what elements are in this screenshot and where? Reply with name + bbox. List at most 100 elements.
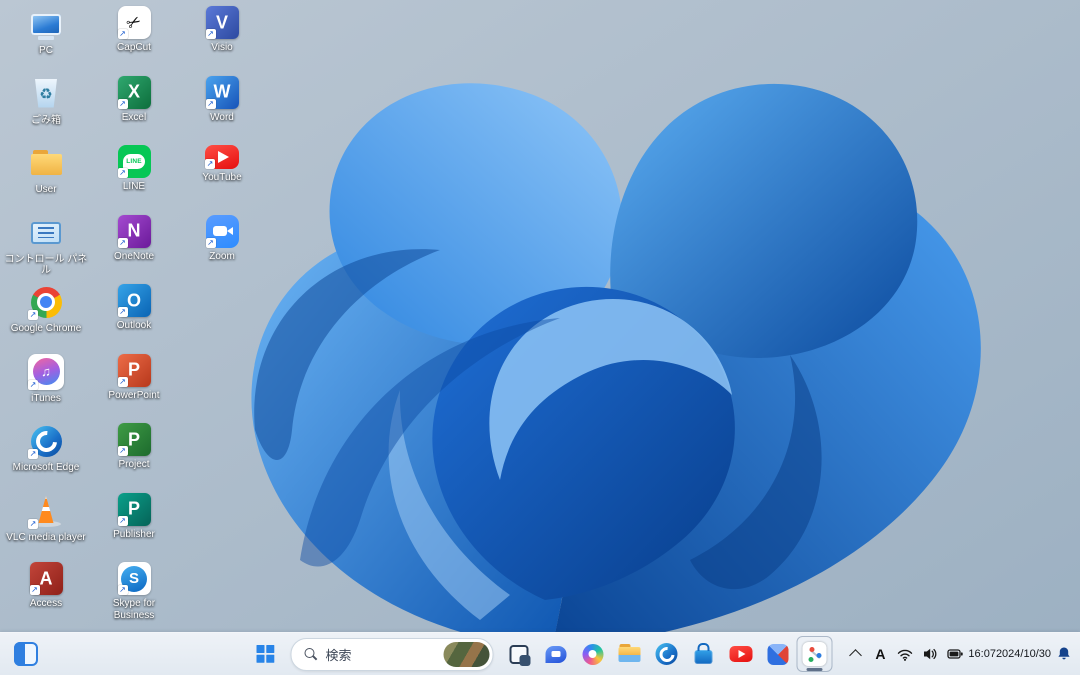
widgets-button[interactable] xyxy=(8,636,44,672)
desktop-icon-label: PowerPoint xyxy=(108,389,160,401)
shortcut-arrow-icon xyxy=(205,98,216,109)
powerpoint-icon xyxy=(117,353,151,387)
desktop-icon-project[interactable]: Project xyxy=(90,421,178,491)
start-button[interactable] xyxy=(248,636,284,672)
taskbar-store-button[interactable] xyxy=(686,636,722,672)
desktop-icon-outlook[interactable]: Outlook xyxy=(90,282,178,352)
taskbar-photos-button[interactable] xyxy=(760,636,796,672)
shortcut-arrow-icon xyxy=(117,29,128,39)
ime-mode-label: A xyxy=(875,646,886,662)
volume-button[interactable] xyxy=(918,637,942,671)
desktop-icon-powerpoint[interactable]: PowerPoint xyxy=(90,352,178,422)
notification-center-button[interactable] xyxy=(1052,637,1076,671)
desktop-icon-label: Skype for Business xyxy=(112,598,156,621)
speaker-icon xyxy=(924,648,937,660)
photos-icon xyxy=(765,641,791,667)
desktop-icon-word[interactable]: Word xyxy=(178,74,266,144)
taskbar-chat-button[interactable] xyxy=(538,636,574,672)
shortcut-arrow-icon xyxy=(205,29,216,39)
hidden-icons-button[interactable] xyxy=(843,637,867,671)
desktop-icon-access[interactable]: Access xyxy=(2,560,90,630)
shortcut-arrow-icon xyxy=(205,159,215,169)
desktop-icon-onenote[interactable]: OneNote xyxy=(90,213,178,283)
taskbar-search[interactable]: 検索 xyxy=(290,637,494,671)
shortcut-arrow-icon xyxy=(28,379,38,390)
youtube-play-icon xyxy=(728,641,754,667)
taskbar-clock[interactable]: 16:07 2024/10/30 xyxy=(968,637,1051,671)
access-icon xyxy=(29,562,63,595)
desktop-icon-label: PC xyxy=(39,45,53,56)
desktop-icon-label: Word xyxy=(210,111,234,123)
desktop-icon-label: OneNote xyxy=(113,250,155,262)
shortcut-arrow-icon xyxy=(117,376,128,387)
windows-logo-icon xyxy=(256,645,275,663)
desktop-icon-line[interactable]: LINE xyxy=(90,143,178,213)
tray-time: 16:07 xyxy=(968,647,996,660)
desktop-icon-label: ごみ箱 xyxy=(31,114,61,126)
desktop-icon-label: User xyxy=(35,184,57,195)
battery-button[interactable] xyxy=(943,637,967,671)
desktop-icon-label: Zoom xyxy=(209,250,235,262)
desktop-icon-user[interactable]: User xyxy=(2,143,90,213)
widgets-icon xyxy=(14,642,38,666)
wifi-button[interactable] xyxy=(893,637,917,671)
desktop-icon-control-panel[interactable]: コントロール パネル xyxy=(2,213,90,283)
desktop-icon-label: iTunes xyxy=(31,392,61,404)
desktop-icon-capcut[interactable]: CapCut xyxy=(90,4,178,74)
taskbar: 検索 A 16:07 2024/10/30 xyxy=(0,632,1080,675)
visio-icon xyxy=(205,6,239,39)
desktop-icon-visio[interactable]: Visio xyxy=(178,4,266,74)
desktop-icon-youtube[interactable]: YouTube xyxy=(178,143,266,213)
shortcut-arrow-icon xyxy=(117,515,128,526)
word-icon xyxy=(205,75,239,109)
onenote-icon xyxy=(117,214,151,248)
taskbar-edge-button[interactable] xyxy=(649,636,685,672)
desktop-icon-google-chrome[interactable]: Google Chrome xyxy=(2,282,90,352)
desktop-icon-vlc[interactable]: VLC media player xyxy=(2,491,90,561)
recycle-bin-icon xyxy=(28,76,64,112)
shortcut-arrow-icon xyxy=(117,585,128,595)
shortcut-arrow-icon xyxy=(117,446,128,456)
shortcut-arrow-icon xyxy=(117,168,128,178)
project-icon xyxy=(117,423,151,456)
shortcut-arrow-icon xyxy=(28,518,38,529)
shortcut-arrow-icon xyxy=(28,310,38,320)
excel-icon xyxy=(117,75,151,109)
desktop-icon-itunes[interactable]: iTunes xyxy=(2,352,90,422)
ime-indicator[interactable]: A xyxy=(868,637,892,671)
tray-date: 2024/10/30 xyxy=(995,647,1051,660)
desktop-icon-label: Access xyxy=(29,598,63,609)
taskbar-copilot-button[interactable] xyxy=(575,636,611,672)
line-icon xyxy=(117,145,151,178)
desktop-icon-skype[interactable]: Skype for Business xyxy=(90,560,178,630)
bell-icon xyxy=(1058,647,1070,660)
capcut-icon xyxy=(117,6,151,39)
taskbar-active-app-button[interactable] xyxy=(797,636,833,672)
wifi-icon xyxy=(898,649,913,661)
desktop-icon-label: Microsoft Edge xyxy=(12,462,80,473)
taskbar-file-explorer-button[interactable] xyxy=(612,636,648,672)
itunes-icon xyxy=(28,353,64,390)
desktop-icon-microsoft-edge[interactable]: Microsoft Edge xyxy=(2,421,90,491)
system-tray: A 16:07 2024/10/30 xyxy=(843,633,1076,675)
vlc-icon xyxy=(28,493,64,529)
desktop-icon-zoom[interactable]: Zoom xyxy=(178,213,266,283)
pinned-apps xyxy=(501,636,833,672)
desktop-icon-publisher[interactable]: Publisher xyxy=(90,491,178,561)
folder-icon xyxy=(28,145,64,181)
desktop-icon-pc[interactable]: PC xyxy=(2,4,90,74)
node-graph-icon xyxy=(802,642,827,666)
chrome-icon xyxy=(28,284,64,320)
search-highlight-image[interactable] xyxy=(443,641,490,667)
taskbar-task-view-button[interactable] xyxy=(501,636,537,672)
chat-bubble-icon xyxy=(543,641,569,667)
skype-for-business-icon xyxy=(117,562,151,595)
desktop-icon-label: Outlook xyxy=(116,320,152,331)
control-panel-icon xyxy=(28,215,64,251)
this-pc-icon xyxy=(28,6,64,42)
taskbar-youtube-button[interactable] xyxy=(723,636,759,672)
desktop-icon-recycle-bin[interactable]: ごみ箱 xyxy=(2,74,90,144)
windows-desktop: PC ごみ箱 User コントロール パネル Google Chrome iTu… xyxy=(0,0,1080,675)
edge-icon xyxy=(654,641,680,667)
desktop-icon-excel[interactable]: Excel xyxy=(90,74,178,144)
